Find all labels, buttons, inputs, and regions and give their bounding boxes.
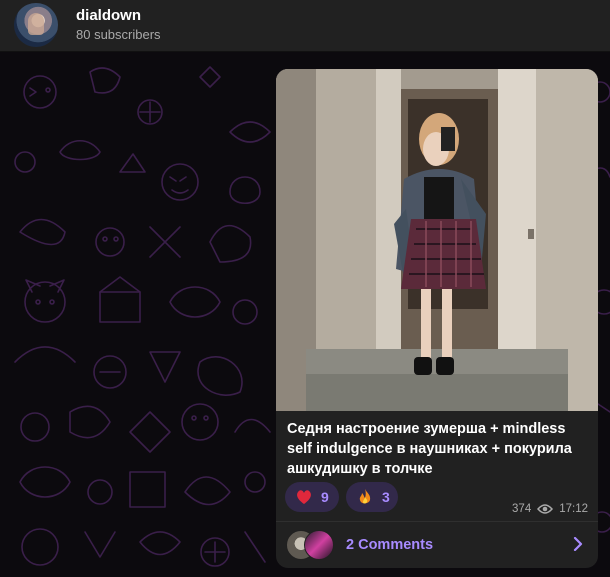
avatar <box>304 530 334 560</box>
reaction-count: 3 <box>382 489 390 505</box>
reaction-fire[interactable]: 3 <box>346 482 398 512</box>
chevron-right-icon <box>573 537 583 551</box>
comments-button[interactable]: 2 Comments <box>276 522 598 568</box>
view-count: 374 <box>512 503 532 515</box>
subscriber-count: 80 subscribers <box>76 27 161 42</box>
reaction-count: 9 <box>321 489 329 505</box>
comments-label: 2 Comments <box>346 537 434 553</box>
post-meta: 374 17:12 <box>512 503 588 515</box>
fire-icon <box>356 488 374 506</box>
channel-title[interactable]: dialdown <box>76 7 141 24</box>
heart-icon <box>295 488 313 506</box>
channel-avatar[interactable] <box>14 3 58 47</box>
channel-header[interactable]: dialdown 80 subscribers <box>0 0 610 52</box>
post-time: 17:12 <box>559 503 588 515</box>
eye-icon <box>537 504 554 514</box>
channel-post[interactable]: Седня настроение зумерша + mindless self… <box>276 69 598 568</box>
post-photo[interactable] <box>276 69 598 411</box>
post-caption: Седня настроение зумерша + mindless self… <box>287 421 572 477</box>
reaction-heart[interactable]: 9 <box>285 482 339 512</box>
commenter-avatars <box>286 530 336 560</box>
